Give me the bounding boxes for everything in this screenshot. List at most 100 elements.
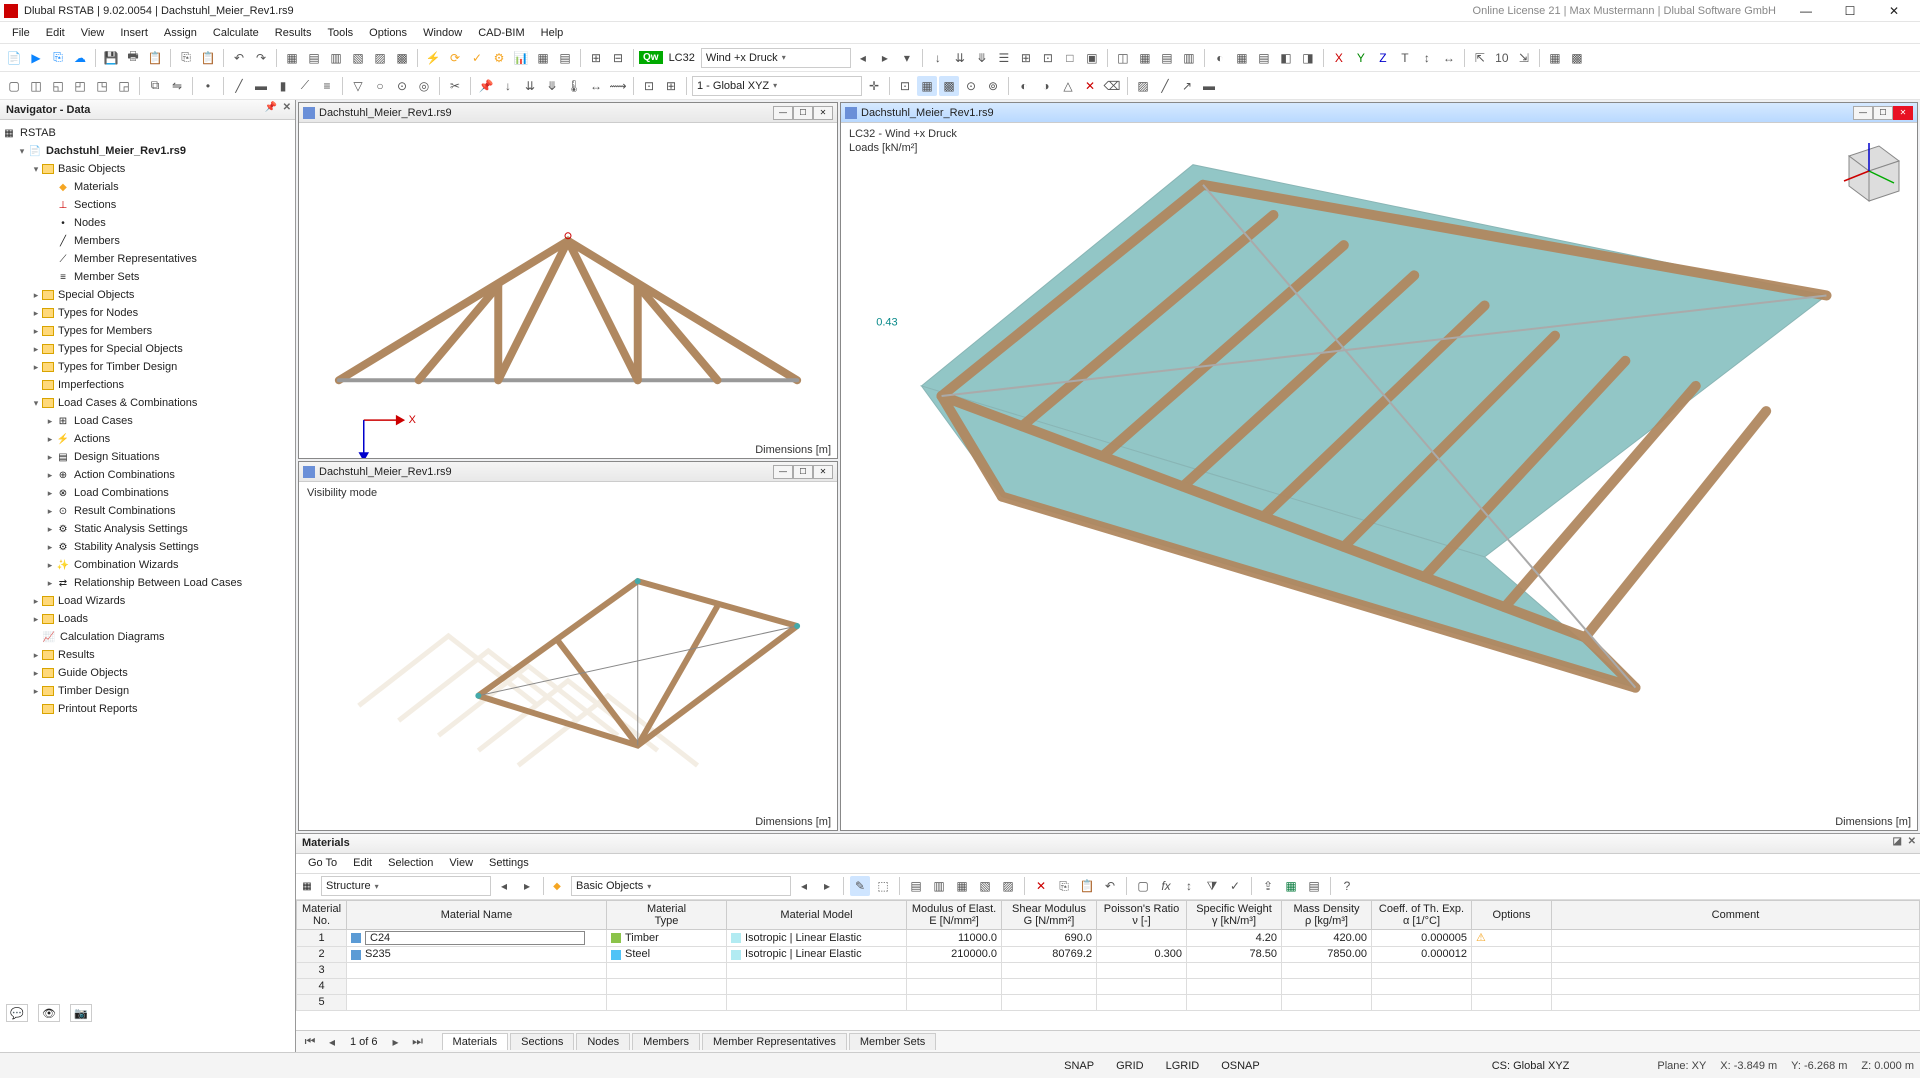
pt-ld-icon[interactable]: ↓ <box>498 76 518 96</box>
next-icon[interactable]: ▸ <box>517 876 537 896</box>
row2-icon[interactable]: ▧ <box>975 876 995 896</box>
set-icon[interactable]: ≡ <box>317 76 337 96</box>
tree-types-members[interactable]: ▸Types for Members <box>2 322 293 340</box>
tree-actions[interactable]: ▸⚡Actions <box>2 430 293 448</box>
report-icon[interactable]: 📋 <box>145 48 165 68</box>
fx-icon[interactable]: fx <box>1156 876 1176 896</box>
row3-icon[interactable]: ▨ <box>998 876 1018 896</box>
prev2-icon[interactable]: ◂ <box>794 876 814 896</box>
open-icon[interactable]: ▶ <box>26 48 46 68</box>
coord-system-dropdown[interactable]: 1 - Global XYZ <box>692 76 862 96</box>
tab-members[interactable]: Members <box>632 1033 700 1050</box>
ar-ld-icon[interactable]: ⤋ <box>542 76 562 96</box>
structure-dropdown[interactable]: Structure <box>321 876 491 896</box>
copy-row-icon[interactable]: ⎘ <box>1054 876 1074 896</box>
scale2-icon[interactable]: 10 <box>1492 48 1512 68</box>
tree-stability-settings[interactable]: ▸⚙Stability Analysis Settings <box>2 538 293 556</box>
find-icon[interactable]: ▢ <box>1133 876 1153 896</box>
pick-row-icon[interactable]: ⬚ <box>873 876 893 896</box>
sel5-icon[interactable]: ◳ <box>92 76 112 96</box>
tree-imperfections[interactable]: Imperfections <box>2 376 293 394</box>
line-icon[interactable]: ╱ <box>1155 76 1175 96</box>
cs1-icon[interactable]: ✛ <box>864 76 884 96</box>
node-icon[interactable]: • <box>198 76 218 96</box>
layout2-icon[interactable]: ▥ <box>326 48 346 68</box>
load4-icon[interactable]: ☰ <box>994 48 1014 68</box>
tab-materials[interactable]: Materials <box>442 1033 509 1050</box>
row1-icon[interactable]: ▦ <box>952 876 972 896</box>
layout1-icon[interactable]: ▤ <box>304 48 324 68</box>
status-osnap[interactable]: OSNAP <box>1217 1059 1264 1073</box>
sel6-icon[interactable]: ◲ <box>114 76 134 96</box>
menu-window[interactable]: Window <box>415 25 470 41</box>
tree-printout[interactable]: Printout Reports <box>2 700 293 718</box>
menu-tools[interactable]: Tools <box>319 25 361 41</box>
tree-timber[interactable]: ▸Timber Design <box>2 682 293 700</box>
filter-icon[interactable]: ▾ <box>897 48 917 68</box>
tree-types-special[interactable]: ▸Types for Special Objects <box>2 340 293 358</box>
view-max-icon[interactable]: ☐ <box>793 465 813 479</box>
menu-assign[interactable]: Assign <box>156 25 205 41</box>
navigator-tree[interactable]: ▦RSTAB ▾📄Dachstuhl_Meier_Rev1.rs9 ▾Basic… <box>0 120 295 1052</box>
view-max-icon[interactable]: ☐ <box>1873 106 1893 120</box>
load8-icon[interactable]: ▣ <box>1082 48 1102 68</box>
sel4-icon[interactable]: ◰ <box>70 76 90 96</box>
load6-icon[interactable]: ⊡ <box>1038 48 1058 68</box>
tree-special[interactable]: ▸Special Objects <box>2 286 293 304</box>
axis-x-icon[interactable]: X <box>1329 48 1349 68</box>
disp4-icon[interactable]: ▥ <box>1179 48 1199 68</box>
help2-icon[interactable]: ? <box>1337 876 1357 896</box>
camera-icon[interactable]: 📷 <box>70 1004 92 1022</box>
tree-materials[interactable]: ◆Materials <box>2 178 293 196</box>
cloud-open-icon[interactable]: ☁ <box>70 48 90 68</box>
color-icon[interactable]: ▨ <box>1133 76 1153 96</box>
close-button[interactable]: ✕ <box>1872 0 1916 22</box>
redo-icon[interactable]: ↷ <box>251 48 271 68</box>
del2-row-icon[interactable]: ✕ <box>1031 876 1051 896</box>
materials-table[interactable]: Material No. Material Name Material Type… <box>296 900 1920 1011</box>
next2-icon[interactable]: ▸ <box>817 876 837 896</box>
calc3-icon[interactable]: ⚙ <box>489 48 509 68</box>
tree-load-comb[interactable]: ▸⊗Load Combinations <box>2 484 293 502</box>
nav-cube[interactable] <box>1829 131 1909 211</box>
truss-icon[interactable]: ⟋ <box>295 76 315 96</box>
first-page-icon[interactable]: ⏮ <box>300 1032 320 1052</box>
menu-file[interactable]: File <box>4 25 38 41</box>
vis2-icon[interactable]: ◑ <box>1036 76 1056 96</box>
tree-types-timber[interactable]: ▸Types for Timber Design <box>2 358 293 376</box>
layout4-icon[interactable]: ▨ <box>370 48 390 68</box>
sel3-icon[interactable]: ◱ <box>48 76 68 96</box>
snap2-icon[interactable]: ▦ <box>917 76 937 96</box>
view-max-icon[interactable]: ☐ <box>793 106 813 120</box>
dup-icon[interactable]: ⧉ <box>145 76 165 96</box>
next-page-icon[interactable]: ▸ <box>386 1032 406 1052</box>
tab-sections[interactable]: Sections <box>510 1033 574 1050</box>
tree-action-comb[interactable]: ▸⊕Action Combinations <box>2 466 293 484</box>
misc2-icon[interactable]: ▦ <box>1232 48 1252 68</box>
tree-guide[interactable]: ▸Guide Objects <box>2 664 293 682</box>
pin-icon[interactable]: ◪ <box>1893 836 1902 847</box>
tree-types-nodes[interactable]: ▸Types for Nodes <box>2 304 293 322</box>
hinge-icon[interactable]: ○ <box>370 76 390 96</box>
misc4-icon[interactable]: ◧ <box>1276 48 1296 68</box>
filter2-icon[interactable]: ⧩ <box>1202 876 1222 896</box>
ln-ld-icon[interactable]: ⇊ <box>520 76 540 96</box>
minimize-button[interactable]: — <box>1784 0 1828 22</box>
tree-lcc[interactable]: ▾Load Cases & Combinations <box>2 394 293 412</box>
print-icon[interactable]: 🖶 <box>123 48 143 68</box>
tree-results[interactable]: ▸Results <box>2 646 293 664</box>
col-icon[interactable]: ▮ <box>273 76 293 96</box>
tab-nodes[interactable]: Nodes <box>576 1033 630 1050</box>
result2-icon[interactable]: ⊟ <box>608 48 628 68</box>
scale1-icon[interactable]: ⇱ <box>1470 48 1490 68</box>
tree-members[interactable]: ╱Members <box>2 232 293 250</box>
cut-icon[interactable]: ✂ <box>445 76 465 96</box>
axis-z-icon[interactable]: Z <box>1373 48 1393 68</box>
tab-member-rep[interactable]: Member Representatives <box>702 1033 847 1050</box>
mat-menu-selection[interactable]: Selection <box>380 855 441 871</box>
menu-insert[interactable]: Insert <box>112 25 156 41</box>
view-3d-main[interactable]: Dachstuhl_Meier_Rev1.rs9 —☐✕ LC32 - Wind… <box>840 102 1918 831</box>
prev-lc-icon[interactable]: ◂ <box>853 48 873 68</box>
del-row-icon[interactable]: ▥ <box>929 876 949 896</box>
prev-icon[interactable]: ◂ <box>494 876 514 896</box>
